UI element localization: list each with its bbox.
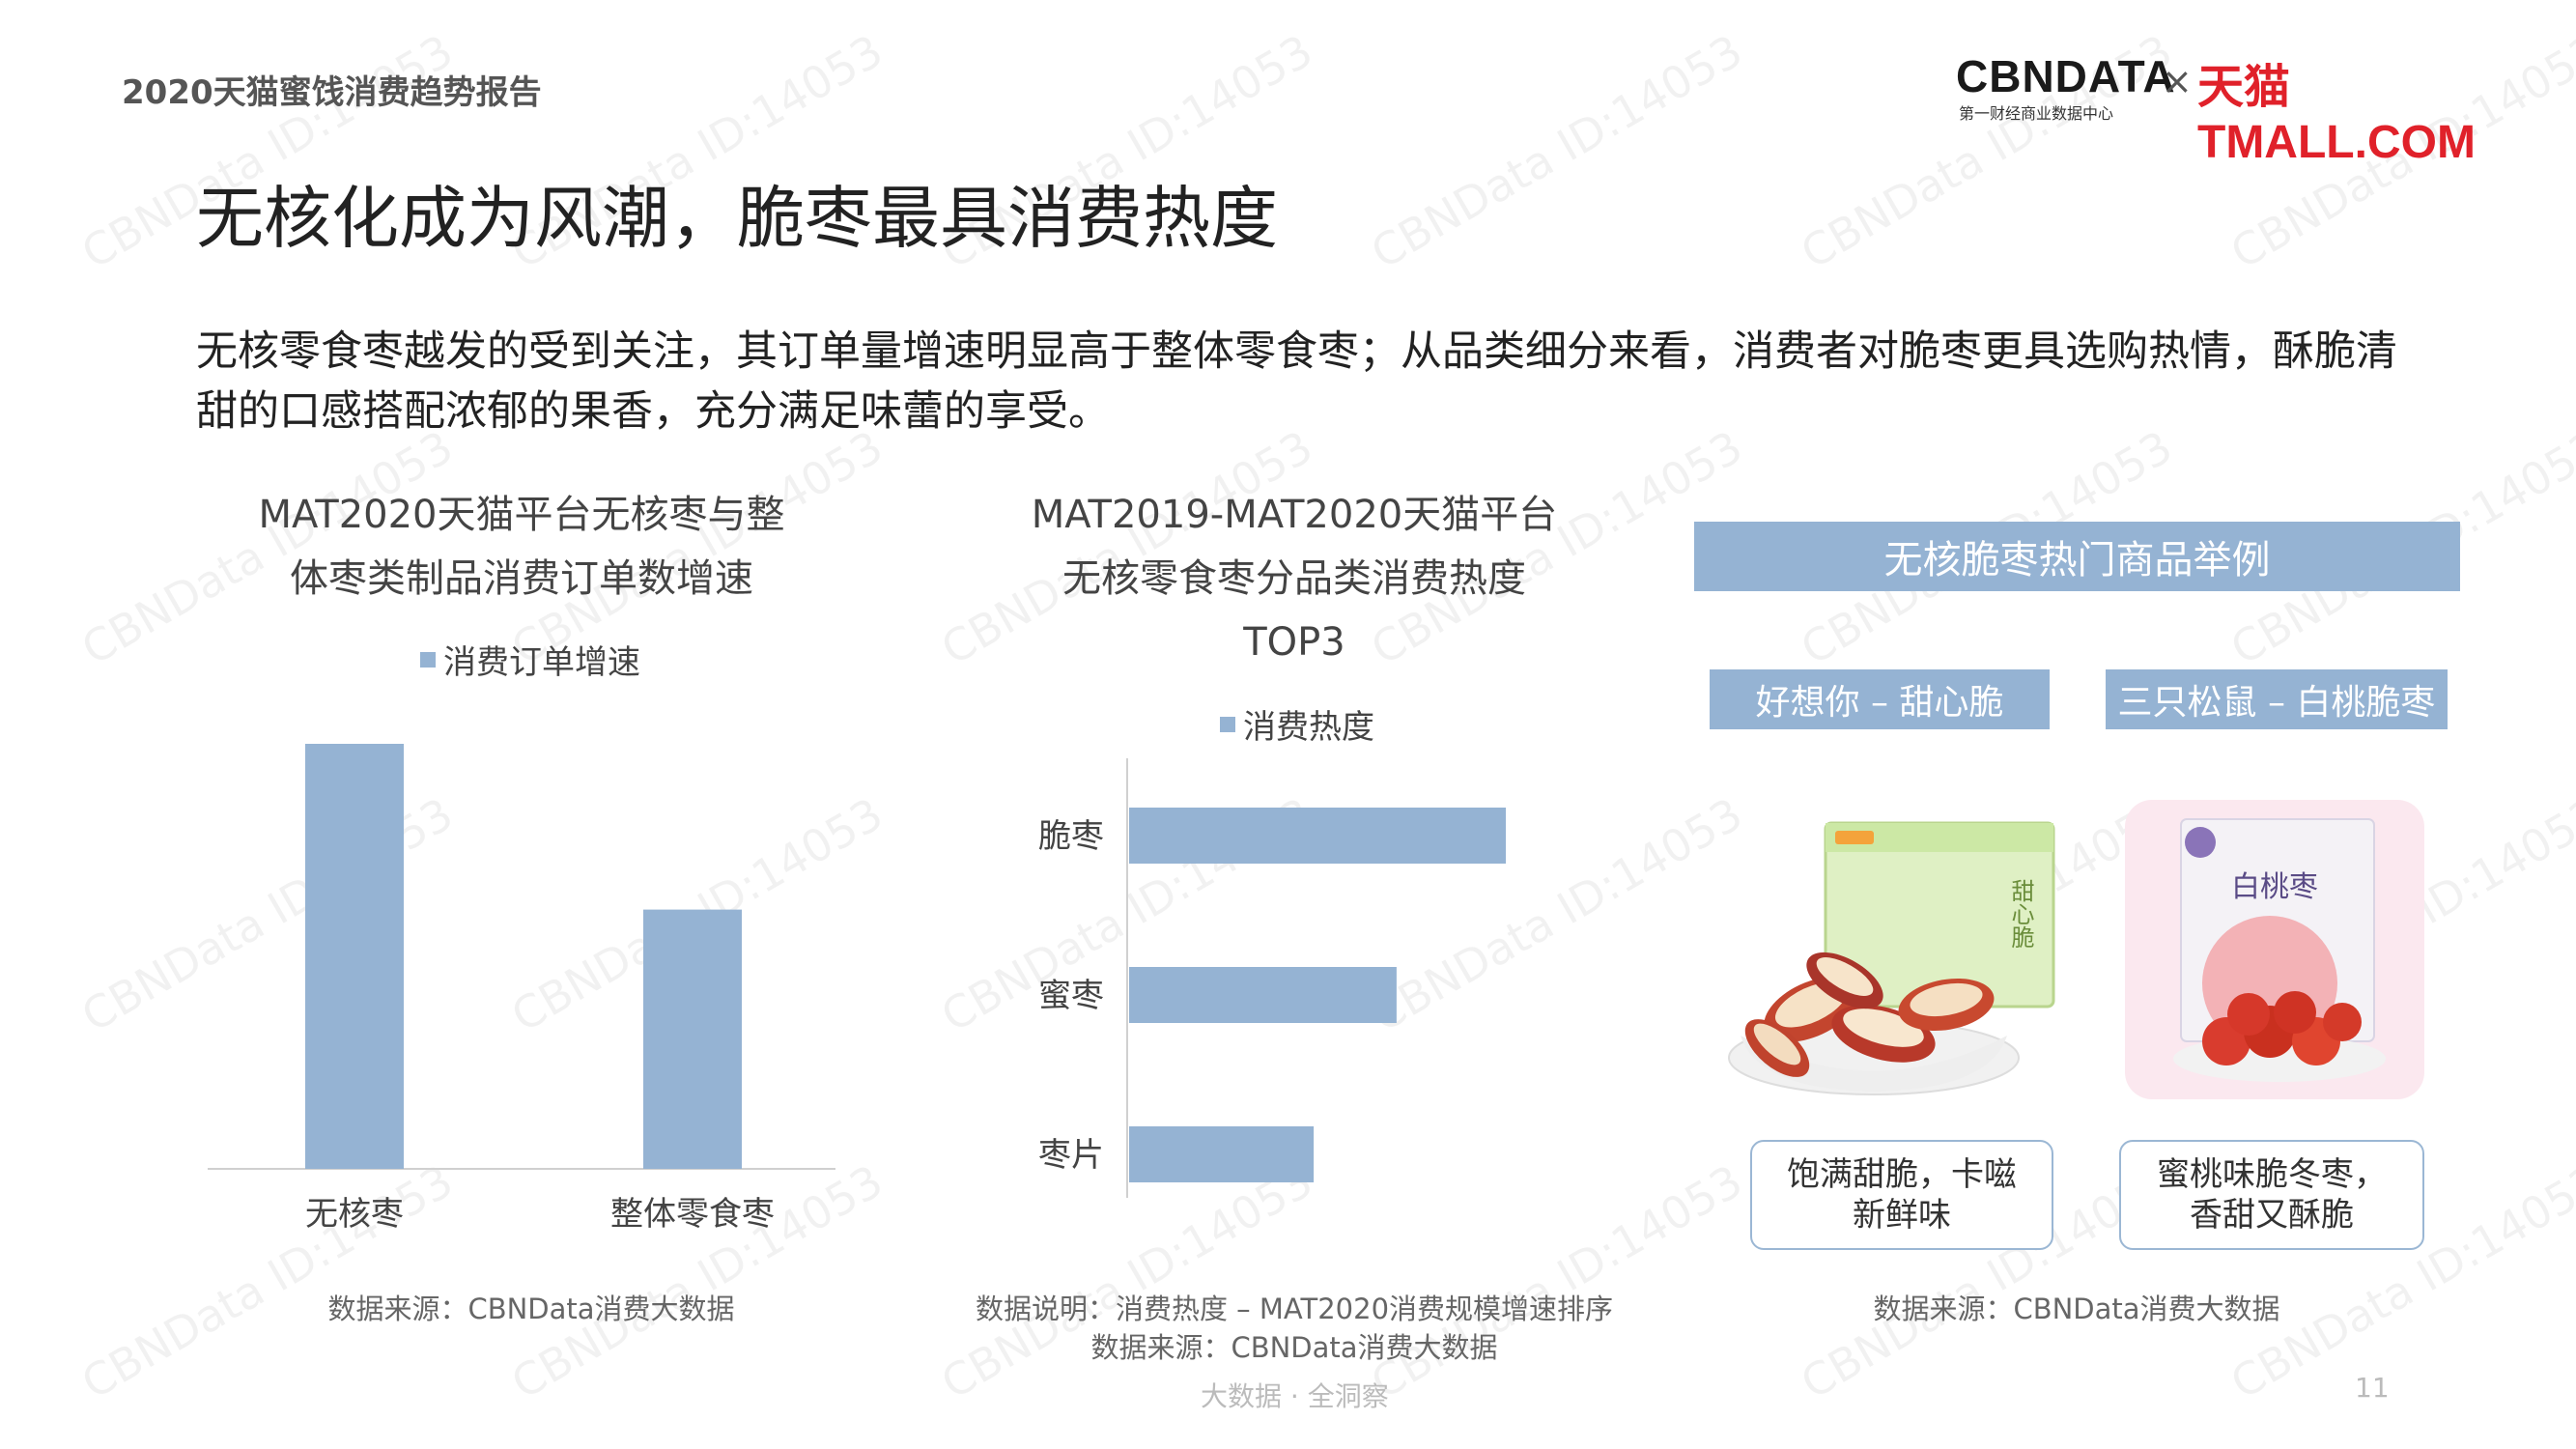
page-number: 11 bbox=[2355, 1372, 2390, 1404]
footer-tagline: 大数据 · 全洞察 bbox=[1201, 1380, 1389, 1412]
tmall-logo: 天猫 TMALL.COM bbox=[2197, 62, 2476, 168]
product2-caption: 蜜桃味脆冬枣， 香甜又酥脆 bbox=[2119, 1140, 2424, 1250]
cbndata-logo-subtitle: 第一财经商业数据中心 bbox=[1959, 104, 2114, 123]
legend-swatch bbox=[420, 651, 436, 668]
left-chart-legend-label: 消费订单增速 bbox=[443, 643, 640, 682]
left-chart-legend: 消费订单增速 bbox=[420, 636, 640, 683]
middle-bar-chart: 脆枣蜜枣枣片 bbox=[1038, 758, 1506, 1198]
middle-chart-note-block: 数据说明：消费热度 – MAT2020消费规模增速排序 数据来源：CBNData… bbox=[927, 1290, 1661, 1367]
product2-image: 白桃枣 bbox=[2125, 800, 2424, 1099]
watermark-text: CBNData ID:14053 bbox=[1362, 24, 1751, 279]
left-chart-category-label: 无核枣 bbox=[305, 1195, 404, 1234]
product1-image: 甜心脆 bbox=[1728, 821, 2055, 1095]
report-title: 2020天猫蜜饯消费趋势报告 bbox=[122, 73, 542, 112]
product1-caption-line1: 饱满甜脆，卡嗞 bbox=[1787, 1155, 2017, 1194]
middle-chart-title-line2: 无核零食枣分品类消费热度 bbox=[1062, 556, 1526, 601]
product1-caption: 饱满甜脆，卡嗞 新鲜味 bbox=[1750, 1140, 2053, 1250]
left-chart-category-label: 整体零食枣 bbox=[610, 1195, 775, 1234]
product1-caption-line2: 新鲜味 bbox=[1853, 1196, 1951, 1235]
left-bar-chart: 无核枣 整体零食枣 bbox=[208, 744, 835, 1234]
left-chart-source: 数据来源：CBNData消费大数据 bbox=[327, 1293, 735, 1325]
left-chart-title: MAT2020天猫平台无核枣与整 体枣类制品消费订单数增速 bbox=[155, 483, 889, 611]
page-subtitle: 无核零食枣越发的受到关注，其订单量增速明显高于整体零食枣；从品类细分来看，消费者… bbox=[196, 327, 2397, 436]
product1-pack-text: 甜心脆 bbox=[2007, 879, 2034, 949]
middle-chart-category-label: 蜜枣 bbox=[1038, 977, 1104, 1015]
page-title: 无核化成为风潮，脆枣最具消费热度 bbox=[196, 179, 1278, 258]
middle-chart-category-label: 脆枣 bbox=[1038, 817, 1104, 856]
product2-caption-line2: 香甜又酥脆 bbox=[2190, 1196, 2354, 1235]
left-chart-title-line2: 体枣类制品消费订单数增速 bbox=[290, 556, 753, 601]
middle-chart-title: MAT2019-MAT2020天猫平台 无核零食枣分品类消费热度 TOP3 bbox=[966, 483, 1623, 674]
middle-chart-source: 数据来源：CBNData消费大数据 bbox=[1090, 1331, 1498, 1364]
middle-chart-category-label: 枣片 bbox=[1038, 1136, 1104, 1175]
middle-chart-title-line1: MAT2019-MAT2020天猫平台 bbox=[1031, 493, 1558, 537]
left-chart-title-line1: MAT2020天猫平台无核枣与整 bbox=[258, 493, 785, 537]
middle-chart-note: 数据说明：消费热度 – MAT2020消费规模增速排序 bbox=[975, 1293, 1614, 1325]
hot-products-banner: 无核脆枣热门商品举例 bbox=[1694, 522, 2460, 591]
product2-caption-line1: 蜜桃味脆冬枣， bbox=[2157, 1155, 2387, 1194]
product2-name: 三只松鼠 – 白桃脆枣 bbox=[2106, 669, 2448, 729]
middle-chart-legend: 消费热度 bbox=[1220, 700, 1374, 748]
product1-name: 好想你 – 甜心脆 bbox=[1710, 669, 2050, 729]
middle-chart-legend-label: 消费热度 bbox=[1243, 708, 1374, 747]
left-chart-bar bbox=[305, 744, 404, 1169]
middle-chart-bar bbox=[1129, 1126, 1315, 1182]
middle-chart-title-line3: TOP3 bbox=[1243, 620, 1345, 665]
product2-pack-text: 白桃枣 bbox=[2231, 870, 2318, 904]
cbndata-logo: CBNDATA bbox=[1956, 51, 2176, 101]
right-panel-source: 数据来源：CBNData消费大数据 bbox=[1873, 1293, 2280, 1325]
logo-separator: × bbox=[2162, 60, 2193, 102]
left-chart-bar bbox=[643, 909, 742, 1169]
legend-swatch bbox=[1220, 716, 1235, 732]
middle-chart-bar bbox=[1129, 808, 1506, 864]
middle-chart-bar bbox=[1129, 967, 1397, 1023]
